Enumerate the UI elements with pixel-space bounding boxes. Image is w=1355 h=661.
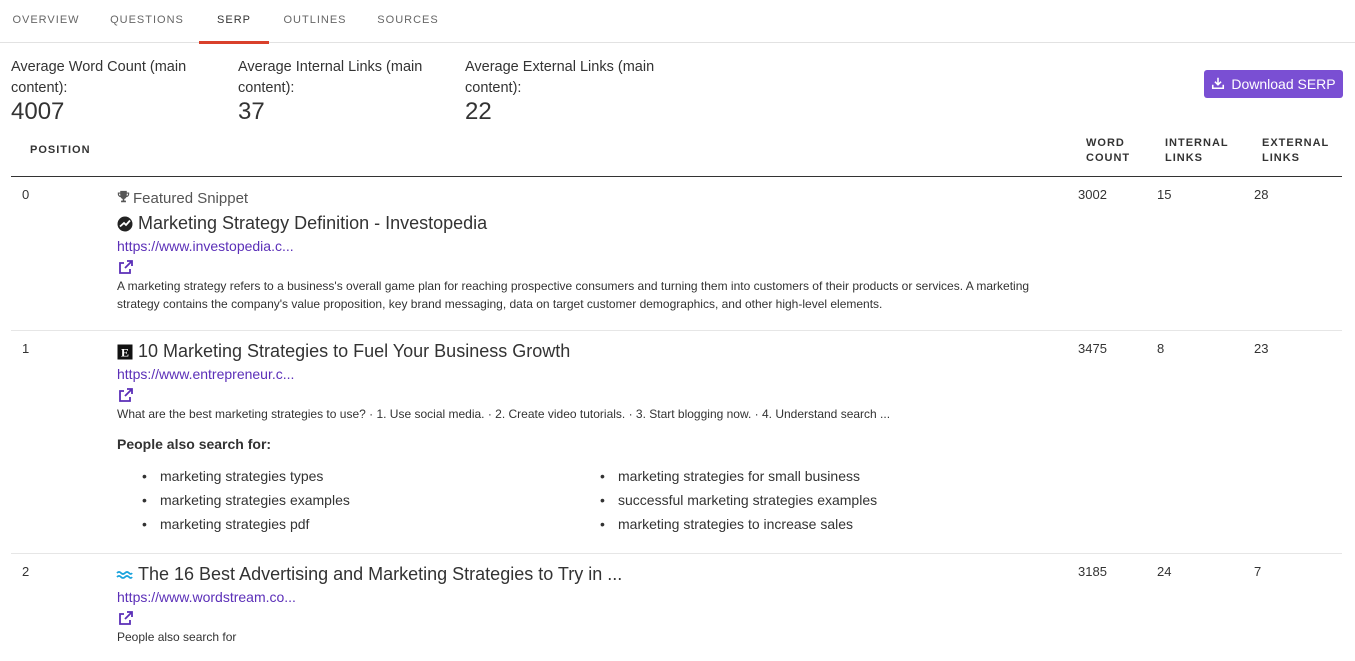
column-header-position: POSITION xyxy=(30,144,91,156)
result-url-link[interactable]: https://www.investopedia.c... xyxy=(117,238,294,254)
investopedia-favicon-icon xyxy=(116,215,133,232)
column-header-line: EXTERNAL xyxy=(1262,137,1330,149)
trophy-icon xyxy=(117,190,130,207)
result-url-link[interactable]: https://www.entrepreneur.c... xyxy=(117,366,294,382)
tab-serp[interactable]: SERP xyxy=(199,0,269,44)
result-description: A marketing strategy refers to a busines… xyxy=(117,279,1030,311)
tab-sources[interactable]: SOURCES xyxy=(369,0,447,43)
result-title[interactable]: E 10 Marketing Strategies to Fuel Your B… xyxy=(116,341,570,362)
tab-overview[interactable]: OVERVIEW xyxy=(0,0,92,43)
people-also-search-item[interactable]: successful marketing strategies examples xyxy=(600,492,877,508)
column-header-word-count: WORD COUNT xyxy=(1086,136,1130,166)
column-header-line: LINKS xyxy=(1262,152,1300,164)
row-divider xyxy=(11,330,1342,331)
stat-label: Average External Links (main content): xyxy=(465,59,655,96)
result-description: What are the best marketing strategies t… xyxy=(117,407,891,421)
column-header-line: LINKS xyxy=(1165,152,1203,164)
external-links-cell: 7 xyxy=(1254,564,1262,579)
stat-word-count: Average Word Count (main content): 4007 xyxy=(11,57,211,125)
row-divider xyxy=(11,553,1342,554)
external-links-cell: 23 xyxy=(1254,341,1269,356)
result-title-text: The 16 Best Advertising and Marketing St… xyxy=(138,564,623,584)
people-also-search-item[interactable]: marketing strategies pdf xyxy=(142,516,309,532)
wordstream-favicon-icon xyxy=(116,566,133,583)
download-serp-label: Download SERP xyxy=(1231,76,1336,92)
stat-label: Average Internal Links (main content): xyxy=(238,59,423,96)
position-cell: 1 xyxy=(22,341,30,356)
position-cell: 2 xyxy=(22,564,30,579)
people-also-search-item[interactable]: marketing strategies for small business xyxy=(600,468,860,484)
column-header-external-links: EXTERNAL LINKS xyxy=(1262,136,1329,166)
internal-links-cell: 24 xyxy=(1157,564,1172,579)
column-header-line: COUNT xyxy=(1086,152,1131,164)
internal-links-cell: 8 xyxy=(1157,341,1165,356)
people-also-search-item[interactable]: marketing strategies to increase sales xyxy=(600,516,853,532)
external-link-icon[interactable] xyxy=(118,610,134,626)
tab-outlines[interactable]: OUTLINES xyxy=(276,0,354,43)
people-also-search-item[interactable]: marketing strategies types xyxy=(142,468,323,484)
word-count-cell: 3002 xyxy=(1078,187,1107,202)
external-link-icon[interactable] xyxy=(118,259,134,275)
stat-value: 4007 xyxy=(11,98,65,125)
result-title[interactable]: Marketing Strategy Definition - Investop… xyxy=(116,213,487,234)
external-links-cell: 28 xyxy=(1254,187,1269,202)
position-cell: 0 xyxy=(22,187,30,202)
tab-bar: OVERVIEW QUESTIONS SERP OUTLINES SOURCES xyxy=(0,0,1355,44)
header-divider xyxy=(11,176,1342,177)
people-also-search-title: People also search for: xyxy=(117,436,272,452)
column-header-line: INTERNAL xyxy=(1165,137,1229,149)
word-count-cell: 3185 xyxy=(1078,564,1107,579)
external-link-icon[interactable] xyxy=(118,387,134,403)
result-url-link[interactable]: https://www.wordstream.co... xyxy=(117,589,296,605)
people-also-search-item[interactable]: marketing strategies examples xyxy=(142,492,350,508)
column-header-line: WORD xyxy=(1086,137,1125,149)
result-description: People also search for xyxy=(117,630,237,644)
stat-label: Average Word Count (main content): xyxy=(11,59,187,96)
stat-external-links: Average External Links (main content): 2… xyxy=(465,57,675,125)
entrepreneur-favicon-icon: E xyxy=(116,343,133,360)
stat-value: 37 xyxy=(238,98,265,125)
result-title[interactable]: The 16 Best Advertising and Marketing St… xyxy=(116,564,622,585)
featured-snippet-badge: Featured Snippet xyxy=(117,190,248,207)
column-header-internal-links: INTERNAL LINKS xyxy=(1165,136,1229,166)
stat-value: 22 xyxy=(465,98,492,125)
tab-questions[interactable]: QUESTIONS xyxy=(99,0,195,43)
internal-links-cell: 15 xyxy=(1157,187,1172,202)
result-title-text: Marketing Strategy Definition - Investop… xyxy=(138,213,488,233)
result-title-text: 10 Marketing Strategies to Fuel Your Bus… xyxy=(138,341,571,361)
word-count-cell: 3475 xyxy=(1078,341,1107,356)
download-serp-button[interactable]: Download SERP xyxy=(1204,70,1343,98)
svg-text:E: E xyxy=(120,345,128,359)
download-icon xyxy=(1211,76,1225,93)
stat-internal-links: Average Internal Links (main content): 3… xyxy=(238,57,448,125)
featured-snippet-label: Featured Snippet xyxy=(133,190,249,207)
